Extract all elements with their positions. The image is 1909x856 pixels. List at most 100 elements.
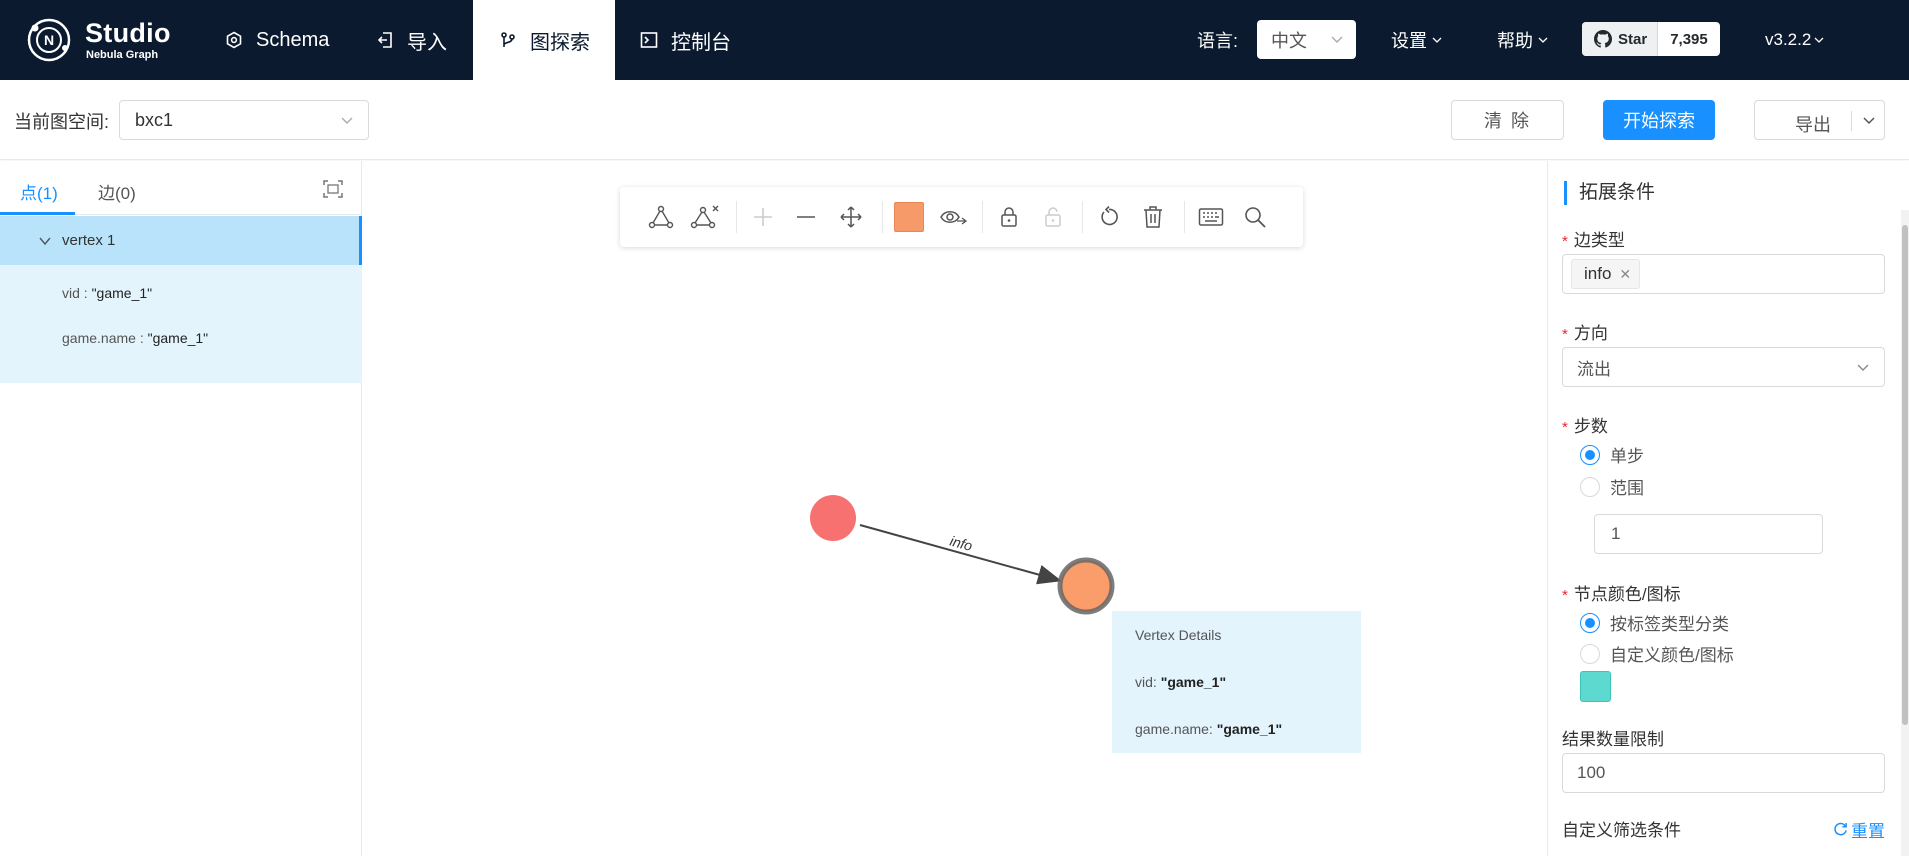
chevron-down-icon [1538,37,1548,43]
custom-filter-label: 自定义筛选条件 [1562,821,1681,840]
keyboard-icon[interactable] [1196,202,1226,232]
expand-icon[interactable] [646,202,676,232]
search-icon[interactable] [1240,202,1270,232]
logo-title: Studio [85,18,171,48]
radio-unchecked-icon [1580,643,1600,664]
top-nav: N Studio Nebula Graph Schema 导入 图探索 控制台 … [0,0,1909,80]
undo-icon[interactable] [1094,202,1124,232]
tooltip-row: game.name: "game_1" [1135,721,1282,737]
scrollbar-thumb[interactable] [1902,225,1908,725]
graph-canvas[interactable]: info Vertex Details vid: "game_1" game.n… [363,161,1546,856]
steps-range-radio[interactable]: 范围 [1580,474,1644,499]
studio-logo[interactable]: N Studio Nebula Graph [25,16,185,66]
reset-label: 重置 [1851,822,1885,841]
graph-vertex-target[interactable] [1057,557,1115,615]
language-value: 中文 [1271,30,1307,51]
vertex-item-header[interactable]: vertex 1 [0,216,362,265]
move-icon[interactable] [836,202,866,232]
import-icon [375,30,395,50]
tag-close-icon[interactable]: ✕ [1619,266,1631,283]
result-limit-input[interactable]: 100 [1562,753,1885,793]
help-menu[interactable]: 帮助 [1497,0,1549,80]
graph-edge[interactable] [859,524,1062,585]
expand-conditions-panel: 拓展条件 * 边类型 info ✕ * 方向 流出 * 步数 单步 范围 1 * 节点颜… [1547,161,1909,856]
node-color-button[interactable] [894,202,924,232]
show-hide-icon[interactable] [938,202,968,232]
vertex-item-title: vertex 1 [62,232,116,249]
zoom-out-icon[interactable] [791,202,821,232]
nav-console[interactable]: 控制台 [639,0,731,80]
start-explore-button[interactable]: 开始探索 [1603,100,1715,140]
tooltip-key: vid: [1135,674,1157,690]
unlock-icon[interactable] [1038,202,1068,232]
tooltip-key: game.name: [1135,721,1213,737]
vertex-prop-row: vid : "game_1" [62,285,153,301]
tab-vertices[interactable]: 点(1) [20,179,58,204]
space-label: 当前图空间: [14,112,110,132]
settings-menu[interactable]: 设置 [1391,0,1443,80]
explore-toolbar-header: 当前图空间: bxc1 清 除 开始探索 导出 [0,80,1909,160]
export-button[interactable]: 导出 [1754,100,1885,140]
lock-icon[interactable] [994,202,1024,232]
graph-vertex-source[interactable] [810,495,856,541]
custom-color-label: 自定义颜色/图标 [1610,646,1734,665]
zoom-in-icon[interactable] [748,202,778,232]
svg-text:N: N [44,32,54,48]
nav-import-label: 导入 [407,31,447,54]
edge-type-tag: info ✕ [1571,259,1641,289]
graph-svg[interactable]: info [363,161,1546,856]
vertex-prop-key: game.name [62,330,136,346]
steps-input[interactable]: 1 [1594,514,1823,554]
nav-schema-label: Schema [256,28,330,51]
shrink-icon[interactable] [690,202,720,232]
export-divider [1851,111,1852,131]
nav-schema[interactable]: Schema [224,0,329,80]
nav-import[interactable]: 导入 [375,0,447,80]
color-by-tag-radio[interactable]: 按标签类型分类 [1580,610,1729,635]
clear-button[interactable]: 清 除 [1451,100,1564,140]
direction-value: 流出 [1577,359,1611,379]
node-color-label: * 节点颜色/图标 [1562,585,1681,604]
element-list-panel: 点(1) 边(0) vertex 1 vid : "game_1" game.n… [0,161,362,856]
vertex-prop-key: vid [62,285,80,301]
reset-button[interactable]: 重置 [1833,817,1885,842]
result-limit-label: 结果数量限制 [1562,730,1664,749]
github-star[interactable]: Star [1582,22,1659,56]
nav-explore-label: 图探索 [530,31,590,54]
chevron-down-icon [1331,36,1343,43]
language-label: 语言: [1197,31,1239,51]
chevron-down-icon [1857,364,1869,371]
chevron-down-icon [341,117,353,124]
color-by-tag-label: 按标签类型分类 [1610,615,1729,634]
schema-icon [224,30,244,50]
steps-single-radio[interactable]: 单步 [1580,442,1644,467]
chevron-down-icon[interactable] [1861,113,1877,129]
custom-color-radio[interactable]: 自定义颜色/图标 [1580,641,1734,666]
edge-type-label: * 边类型 [1562,231,1625,250]
github-icon [1594,30,1612,48]
github-star-count[interactable]: 7,395 [1658,22,1720,56]
tooltip-row: vid: "game_1" [1135,674,1226,690]
tooltip-value: "game_1" [1160,674,1227,690]
edge-type-select[interactable]: info ✕ [1562,254,1885,294]
language-select[interactable]: 中文 [1257,20,1356,59]
chevron-down-icon [1814,37,1824,43]
chevron-down-icon [39,237,51,245]
github-star-button[interactable]: Star 7,395 [1582,22,1720,56]
help-label: 帮助 [1497,31,1533,51]
logo-subtitle: Nebula Graph [86,49,159,61]
version-menu[interactable]: v3.2.2 [1765,0,1825,80]
focus-frame-icon[interactable] [322,179,344,199]
panel-title: 拓展条件 [1564,181,1655,205]
nav-explore[interactable]: 图探索 [473,0,615,80]
direction-select[interactable]: 流出 [1562,347,1885,387]
space-select[interactable]: bxc1 [119,100,369,140]
color-swatch[interactable] [1580,671,1611,702]
tab-edges[interactable]: 边(0) [98,179,136,204]
delete-icon[interactable] [1138,202,1168,232]
direction-label: * 方向 [1562,324,1608,343]
tooltip-title: Vertex Details [1135,627,1222,643]
reset-icon [1834,822,1847,836]
steps-label: * 步数 [1562,417,1608,436]
tooltip-value: "game_1" [1216,721,1283,737]
